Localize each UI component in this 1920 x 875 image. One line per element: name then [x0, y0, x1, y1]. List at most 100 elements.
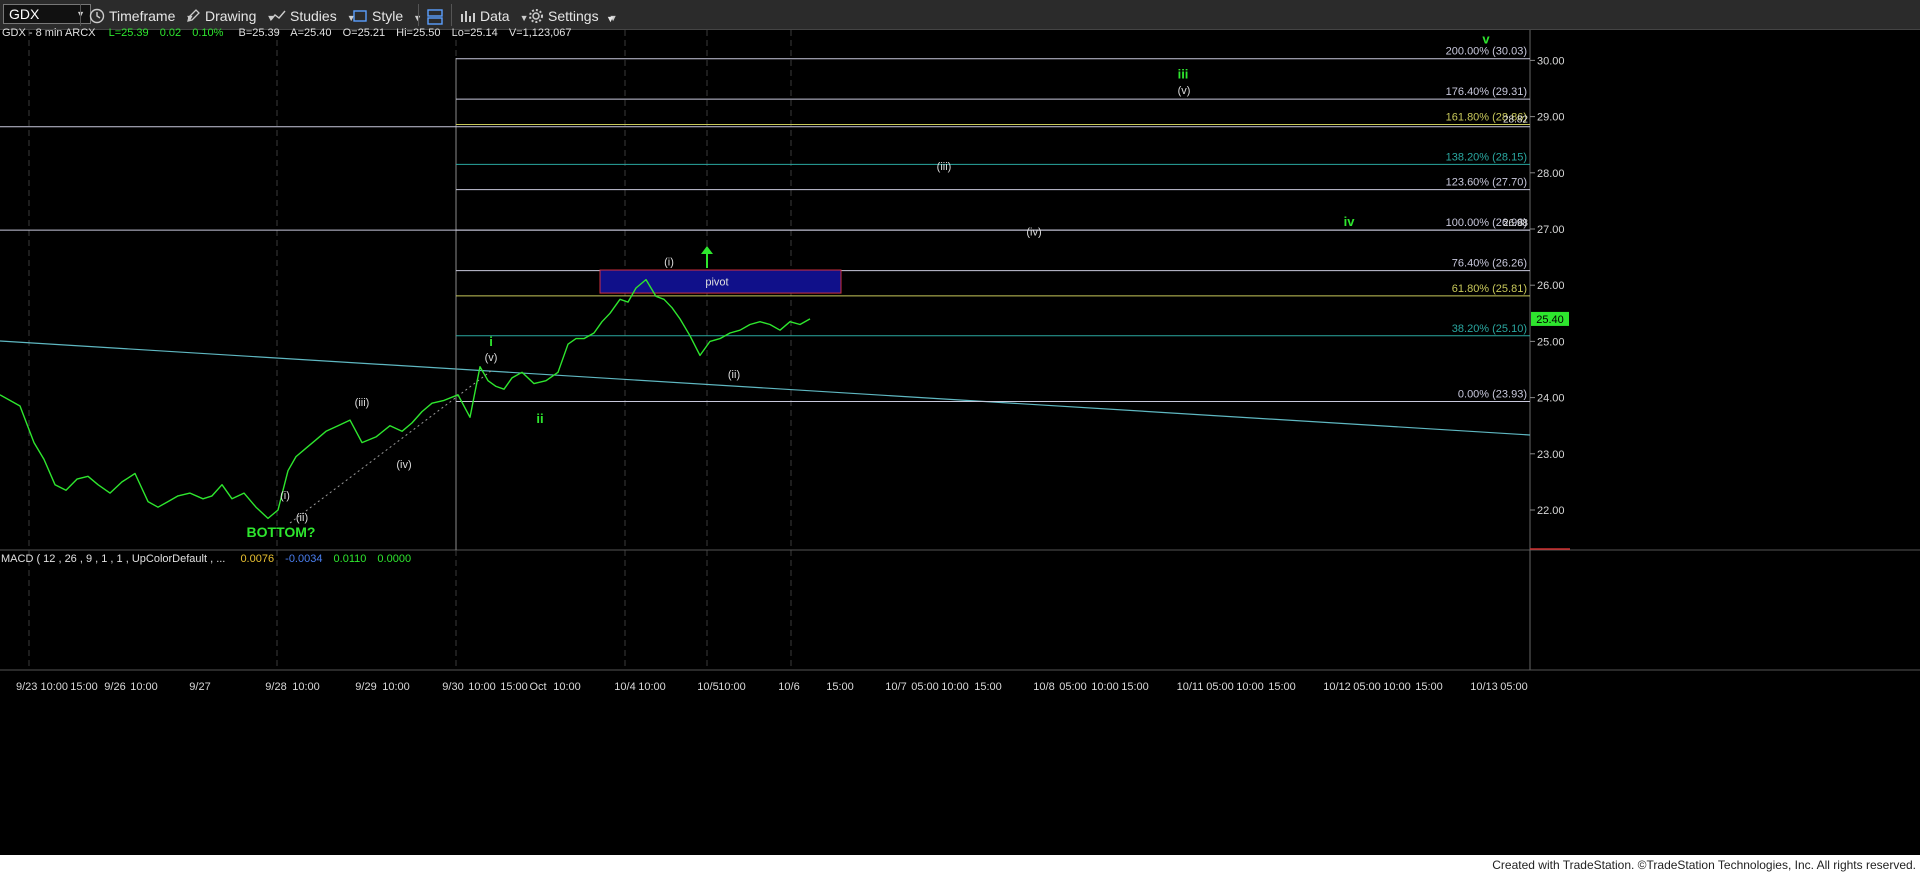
- x-tick-label: 05:00: [1500, 681, 1528, 693]
- wave-label: iv: [1344, 214, 1356, 229]
- footer: Created with TradeStation. ©TradeStation…: [0, 855, 1920, 875]
- y-tick-label: 26.00: [1537, 280, 1565, 292]
- high: Hi=25.50: [396, 27, 440, 39]
- x-tick-label: 10:00: [638, 681, 666, 693]
- x-tick-label: 15:00: [974, 681, 1002, 693]
- bottom-annotation: BOTTOM?: [247, 524, 316, 540]
- pivot-label: pivot: [705, 277, 728, 289]
- drawings: [0, 58, 1531, 550]
- x-tick-label: 05:00: [1059, 681, 1087, 693]
- x-tick-label: 10:00: [1091, 681, 1119, 693]
- wave-connector: [289, 370, 492, 524]
- series-layer: [0, 278, 811, 520]
- x-tick-label: 10:00: [1383, 681, 1411, 693]
- y-tick-label: 22.00: [1537, 505, 1565, 517]
- macd-params: MACD ( 12 , 26 , 9 , 1 , 1 , UpColorDefa…: [1, 553, 225, 565]
- price-chart: 200.00% (30.03)176.40% (29.31)161.80% (2…: [0, 27, 1920, 693]
- wave-label: (iii): [937, 161, 952, 173]
- x-tick-label: 05:00: [1206, 681, 1234, 693]
- wave-label: (iv): [1026, 227, 1041, 239]
- fib-level-label: 76.40% (26.26): [1452, 258, 1527, 270]
- x-tick-label: 10:00: [130, 681, 158, 693]
- x-tick-label: 10:00: [941, 681, 969, 693]
- fib-level-label: 38.20% (25.10): [1452, 323, 1527, 335]
- x-tick-label: 15:00: [1415, 681, 1443, 693]
- wave-label: (iii): [355, 397, 370, 409]
- x-tick-label: 10/8: [1033, 681, 1054, 693]
- price-series-line: [0, 278, 811, 520]
- x-tick-label: 10/7: [885, 681, 906, 693]
- footer-credit: Created with TradeStation. ©TradeStation…: [1492, 858, 1916, 872]
- x-tick-label: 9/23 10:00: [16, 681, 68, 693]
- x-axis: 9/23 10:00 15:00 9/26 10:00 9/27 9/28 10:00 9/2…: [16, 681, 1528, 693]
- volume: V=1,123,067: [509, 27, 572, 39]
- x-tick-label: 9/28: [265, 681, 286, 693]
- wave-label: i: [489, 334, 493, 349]
- x-tick-label: 10:00: [382, 681, 410, 693]
- y-tick-label: 23.00: [1537, 449, 1565, 461]
- trendline: [0, 340, 1531, 436]
- fib-level-label: 123.60% (27.70): [1446, 177, 1527, 189]
- x-tick-label: 9/26: [104, 681, 125, 693]
- y-axis: 22.00 23.00 24.00 25.00 26.00 27.00 28.00 29.00…: [1530, 55, 1565, 517]
- fib-level-label: 138.20% (28.15): [1446, 151, 1527, 163]
- x-tick-label: 05:00: [1353, 681, 1381, 693]
- chart-header: GDX - 8 min ARCX L=25.39 0.02 0.10% B=25…: [2, 27, 572, 39]
- y-tick-label: 27.00: [1537, 224, 1565, 236]
- macd-signal: -0.0034: [285, 553, 322, 565]
- fib-level-label: 0.00% (23.93): [1458, 389, 1527, 401]
- x-tick-label: 15:00: [500, 681, 528, 693]
- last-price-marker: 25.40: [1531, 311, 1569, 326]
- wave-label: (i): [280, 490, 290, 502]
- wave-labels: (i)(ii)(iii)(iv)(v)iii(i)(ii)(iii)(iv)ii…: [247, 32, 1491, 540]
- last-price: L=25.39: [109, 27, 149, 39]
- bid: B=25.39: [238, 27, 279, 39]
- horizontal-lines: 28.82 26.98: [0, 115, 1530, 231]
- fib-level-label: 176.40% (29.31): [1446, 86, 1527, 98]
- wave-label: (i): [664, 257, 674, 269]
- horizontal-line-label: 26.98: [1503, 218, 1528, 229]
- fib-level-label: 61.80% (25.81): [1452, 283, 1527, 295]
- y-tick-label: 30.00: [1537, 55, 1565, 67]
- macd-diff: 0.0110: [334, 553, 367, 565]
- wave-label: (ii): [296, 512, 308, 524]
- macd-label: MACD ( 12 , 26 , 9 , 1 , 1 , UpColorDefa…: [1, 553, 411, 565]
- y-tick-label: 24.00: [1537, 393, 1565, 405]
- x-tick-label: 10:00: [1236, 681, 1264, 693]
- x-tick-label: 10:00: [292, 681, 320, 693]
- x-tick-label: 9/27: [189, 681, 210, 693]
- y-tick-label: 29.00: [1537, 112, 1565, 124]
- ask: A=25.40: [290, 27, 331, 39]
- x-tick-label: 10/13: [1470, 681, 1498, 693]
- x-tick-label: 10/11: [1177, 681, 1204, 693]
- wave-label: (ii): [728, 369, 740, 381]
- last-price-label: 25.40: [1536, 314, 1564, 326]
- macd-zero: 0.0000: [377, 553, 411, 565]
- x-tick-label: 10/4: [614, 681, 635, 693]
- x-tick-label: Oct: [529, 681, 546, 693]
- wave-label: (iv): [396, 459, 411, 471]
- pivot-zone: pivot: [599, 269, 842, 294]
- x-tick-label: 10/5: [697, 681, 718, 693]
- x-tick-label: 10:00: [553, 681, 581, 693]
- x-tick-label: 15:00: [1121, 681, 1149, 693]
- x-tick-label: 10:00: [468, 681, 496, 693]
- wave-label: ii: [536, 411, 543, 426]
- wave-label: (v): [485, 352, 498, 364]
- y-tick-label: 25.00: [1537, 336, 1565, 348]
- open: O=25.21: [343, 27, 386, 39]
- low: Lo=25.14: [452, 27, 498, 39]
- horizontal-line-label: 28.82: [1503, 115, 1528, 126]
- fib-level-label: 200.00% (30.03): [1446, 46, 1527, 58]
- x-tick-label: 15:00: [826, 681, 854, 693]
- x-tick-label: 10/12: [1323, 681, 1351, 693]
- wave-label: iii: [1178, 66, 1189, 81]
- x-tick-label: 15:00: [1268, 681, 1296, 693]
- x-tick-label: 10:00: [718, 681, 746, 693]
- symbol-desc: GDX - 8 min ARCX: [2, 27, 96, 39]
- wave-label: (v): [1178, 85, 1191, 97]
- macd-value: 0.0076: [240, 553, 274, 565]
- x-tick-label: 9/29: [355, 681, 376, 693]
- x-tick-label: 9/30: [442, 681, 463, 693]
- change-pct: 0.10%: [192, 27, 223, 39]
